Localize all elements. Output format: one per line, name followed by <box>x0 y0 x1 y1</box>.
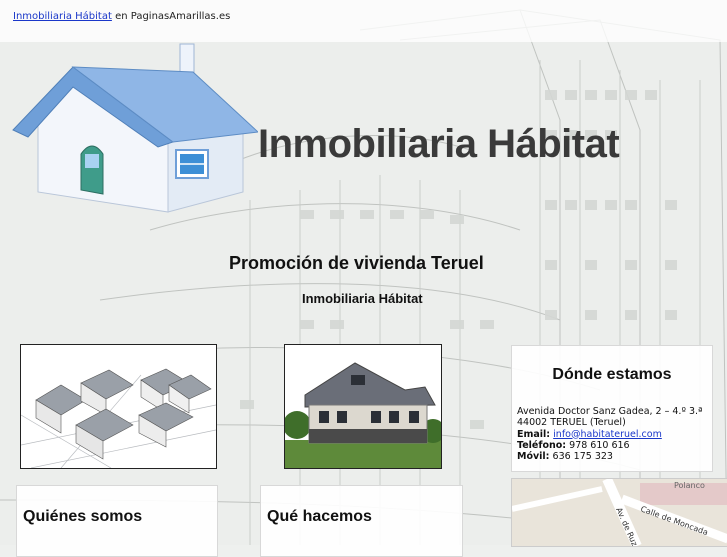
contact-panel: Dónde estamos Avenida Doctor Sanz Gadea,… <box>511 345 713 472</box>
mobile-value: 636 175 323 <box>552 451 613 463</box>
mobile-row: Móvil: 636 175 323 <box>517 451 703 462</box>
phone-row: Teléfono: 978 610 616 <box>517 440 703 451</box>
villa-photo[interactable] <box>284 344 442 469</box>
services-section[interactable]: Qué hacemos <box>260 485 463 557</box>
address-line-2: 44002 TERUEL (Teruel) <box>517 417 626 429</box>
email-row: Email: info@habitateruel.com <box>517 429 703 440</box>
phone-label: Teléfono: <box>517 439 567 451</box>
top-bar: Inmobiliaria Hábitat en PaginasAmarillas… <box>0 0 727 42</box>
contact-details: Avenida Doctor Sanz Gadea, 2 – 4.º 3.ª 4… <box>517 406 703 462</box>
email-label: Email: <box>517 428 551 440</box>
about-heading: Quiénes somos <box>23 508 143 525</box>
street-map: Av. de Ruz Calle de Moncada Polanco <box>512 479 727 546</box>
email-link[interactable]: info@habitateruel.com <box>553 429 662 440</box>
house-logo <box>8 42 260 222</box>
house-icon <box>12 43 260 213</box>
houses-model-image <box>21 345 216 468</box>
contact-title: Dónde estamos <box>552 366 672 383</box>
brand-title: Inmobiliaria Hábitat <box>258 122 620 166</box>
mobile-label: Móvil: <box>517 451 550 463</box>
location-map[interactable]: Av. de Ruz Calle de Moncada Polanco <box>511 478 727 547</box>
villa-image <box>285 345 441 468</box>
address-line-1: Avenida Doctor Sanz Gadea, 2 – 4.º 3.ª <box>517 406 703 417</box>
directory-link[interactable]: Inmobiliaria Hábitat <box>13 11 112 22</box>
promo-heading: Promoción de vivienda Teruel <box>229 253 484 273</box>
directory-credit: Inmobiliaria Hábitat en PaginasAmarillas… <box>13 11 230 22</box>
promo-subheading: Inmobiliaria Hábitat <box>302 291 423 306</box>
street-label-3: Polanco <box>674 481 705 490</box>
services-heading: Qué hacemos <box>267 508 372 525</box>
houses-model-photo[interactable] <box>20 344 217 469</box>
about-section[interactable]: Quiénes somos <box>16 485 218 557</box>
phone-value: 978 610 616 <box>569 439 630 451</box>
directory-suffix: en PaginasAmarillas.es <box>111 11 231 22</box>
